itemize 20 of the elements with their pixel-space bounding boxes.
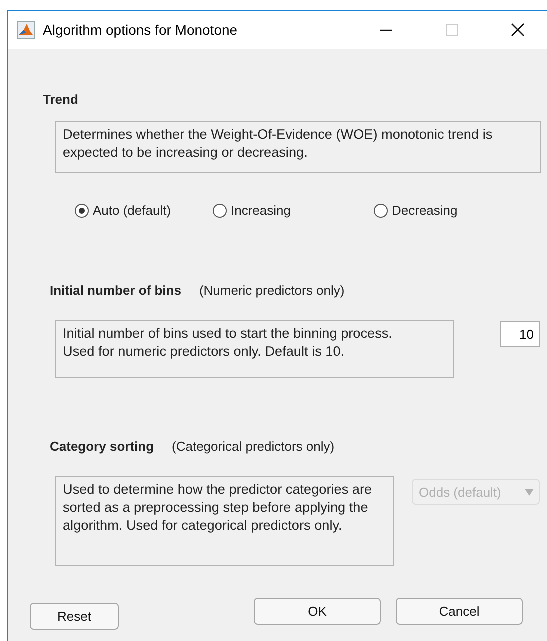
description-text: Used to determine how the predictor categories are sorted as a preprocessing step before applying the algorithm. Used for categorical predictors only. xyxy=(55,476,394,566)
section-title: Trend xyxy=(43,92,78,107)
bins-input-field[interactable]: 10 xyxy=(500,321,540,347)
reset-button[interactable]: Reset xyxy=(30,603,119,630)
ok-button[interactable]: OK xyxy=(254,598,381,625)
window-title: Algorithm options for Monotone xyxy=(43,22,239,38)
section-note: (Numeric predictors only) xyxy=(199,283,345,298)
caret-icon xyxy=(525,488,534,496)
description-text: Determines whether the Weight-Of-Evidence (WOE) monotonic trend is expected to be increasing or decreasing. xyxy=(55,121,541,173)
close-icon[interactable] xyxy=(511,23,525,37)
cancel-button[interactable]: Cancel xyxy=(396,598,523,625)
radio-option[interactable]: Decreasing xyxy=(374,203,458,218)
app-icon xyxy=(17,21,35,39)
section-note: (Categorical predictors only) xyxy=(172,439,335,454)
description-text: Initial number of bins used to start the binning process. Used for numeric predictors only. Default is 10. xyxy=(55,320,454,378)
radio-option[interactable]: Increasing xyxy=(213,203,291,218)
section-title: Initial number of bins xyxy=(50,283,182,298)
minimize-icon[interactable] xyxy=(379,28,393,32)
section-title: Category sorting xyxy=(50,439,154,454)
radio-option[interactable]: Auto (default) xyxy=(75,203,172,218)
